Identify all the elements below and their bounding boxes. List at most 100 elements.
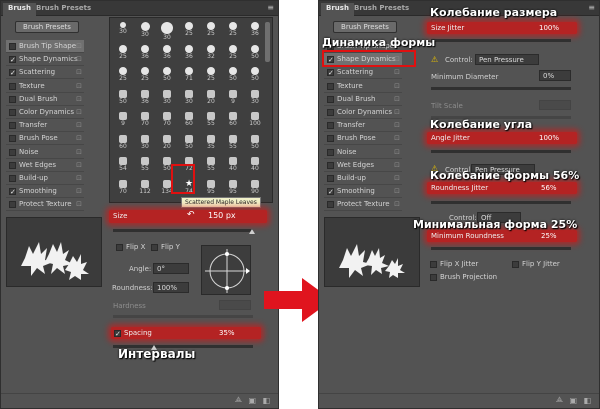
brush-tip-cell[interactable]: 30	[245, 88, 265, 108]
brush-tip-cell[interactable]: 20	[157, 133, 177, 153]
lock-icon[interactable]: ⊡	[394, 161, 400, 169]
flip-x-jitter-option[interactable]: Flip X Jitter	[427, 258, 497, 271]
brush-projection-option[interactable]: Brush Projection	[427, 271, 507, 284]
brush-tip-cell[interactable]: 70	[113, 178, 133, 198]
panel-menu-icon-right[interactable]: ≡	[588, 3, 595, 12]
option-checkbox[interactable]	[9, 43, 16, 50]
brush-tip-cell[interactable]: 55	[201, 110, 221, 130]
brush-tip-cell[interactable]: 55	[223, 133, 243, 153]
brush-tip-cell[interactable]: 70	[157, 110, 177, 130]
left-option-texture[interactable]: Texture ⊡	[6, 80, 84, 93]
option-checkbox[interactable]: ✓	[9, 56, 16, 64]
option-checkbox[interactable]: ✓	[9, 188, 16, 196]
panel-menu-icon[interactable]: ≡	[267, 3, 274, 12]
lock-icon[interactable]: ⊡	[76, 68, 82, 76]
left-option-dual-brush[interactable]: Dual Brush ⊡	[6, 93, 84, 106]
right-option-scattering[interactable]: ✓ Scattering ⊡	[324, 66, 402, 80]
left-option-shape-dynamics[interactable]: ✓ Shape Dynamics ⊡	[6, 53, 84, 67]
roundness-jitter-field[interactable]: 56%	[541, 184, 557, 192]
brush-tip-cell[interactable]: 50	[245, 65, 265, 85]
brush-tip-cell[interactable]: 60	[179, 110, 199, 130]
spacing-option[interactable]: ✓ Spacing	[111, 327, 171, 340]
brush-tip-cell[interactable]: 90	[245, 178, 265, 198]
lock-icon[interactable]: ⊡	[394, 95, 400, 103]
lock-icon[interactable]: ⊡	[394, 68, 400, 76]
size-jitter-field[interactable]: 100%	[539, 24, 559, 32]
brush-tip-cell[interactable]: 50	[113, 88, 133, 108]
lock-icon[interactable]: ⊡	[394, 134, 400, 142]
tab-brush-presets-right[interactable]: Brush Presets	[349, 3, 414, 16]
right-option-transfer[interactable]: Transfer ⊡	[324, 119, 402, 133]
brush-tip-cell[interactable]: 36	[135, 43, 155, 63]
lock-icon[interactable]: ⊡	[76, 82, 82, 90]
left-option-brush-tip-shape[interactable]: Brush Tip Shape ⊡	[6, 40, 84, 53]
brush-tip-cell[interactable]: 25	[179, 20, 199, 40]
spacing-checkbox[interactable]: ✓	[114, 330, 121, 338]
brush-tip-cell[interactable]: 25	[223, 20, 243, 40]
brush-tip-cell[interactable]: 9	[223, 88, 243, 108]
option-checkbox[interactable]	[327, 161, 334, 169]
option-checkbox[interactable]	[327, 148, 334, 156]
lock-icon[interactable]: ⊡	[76, 108, 82, 116]
brush-tip-cell[interactable]: 55	[135, 155, 155, 175]
lock-icon[interactable]: ⊡	[394, 108, 400, 116]
brush-tip-cell[interactable]: 25	[201, 65, 221, 85]
brush-tip-cell[interactable]: 20	[201, 88, 221, 108]
brush-tip-cell[interactable]: 25	[113, 43, 133, 63]
lock-icon[interactable]: ⊡	[76, 200, 82, 208]
toggle-preview-icon[interactable]: ⟁	[235, 395, 242, 405]
option-checkbox[interactable]	[9, 201, 16, 209]
brush-tip-cell[interactable]: 50	[179, 133, 199, 153]
brush-tip-cell[interactable]: 50	[245, 133, 265, 153]
right-option-color-dynamics[interactable]: Color Dynamics ⊡	[324, 106, 402, 119]
brush-tip-cell[interactable]: 70	[135, 110, 155, 130]
brush-tip-cell[interactable]: 35	[201, 133, 221, 153]
flip-y-option[interactable]: Flip Y	[148, 241, 188, 254]
brush-tip-cell[interactable]: 50	[245, 43, 265, 63]
option-checkbox[interactable]	[327, 201, 334, 209]
option-checkbox[interactable]	[327, 109, 334, 116]
brush-tip-cell[interactable]: 25	[135, 65, 155, 85]
lock-icon[interactable]: ⊡	[76, 148, 82, 156]
flip-y-checkbox[interactable]	[151, 244, 158, 251]
flip-x-checkbox[interactable]	[116, 244, 123, 251]
lock-icon[interactable]: ⊡	[76, 134, 82, 142]
option-checkbox[interactable]	[9, 161, 16, 169]
brush-tip-cell[interactable]: 54	[113, 155, 133, 175]
lock-icon[interactable]: ⊡	[394, 174, 400, 182]
brush-tip-cell[interactable]: 25	[113, 65, 133, 85]
option-checkbox[interactable]	[9, 95, 16, 103]
left-option-wet-edges[interactable]: Wet Edges ⊡	[6, 159, 84, 172]
min-diameter-slider[interactable]	[431, 87, 571, 90]
grid-scrollbar[interactable]	[265, 22, 270, 62]
flip-y-jitter-option[interactable]: Flip Y Jitter	[509, 258, 579, 271]
option-checkbox[interactable]	[327, 135, 334, 143]
flip-x-jitter-checkbox[interactable]	[430, 261, 437, 268]
option-checkbox[interactable]: ✓	[327, 69, 334, 77]
right-option-wet-edges[interactable]: Wet Edges ⊡	[324, 159, 402, 172]
lock-icon[interactable]: ⊡	[76, 42, 82, 50]
lock-icon[interactable]: ⊡	[76, 174, 82, 182]
left-option-color-dynamics[interactable]: Color Dynamics ⊡	[6, 106, 84, 119]
size-slider-knob[interactable]	[249, 229, 255, 234]
brush-tip-cell[interactable]: 25	[223, 43, 243, 63]
control-select-1[interactable]: Pen Pressure	[475, 54, 539, 65]
option-checkbox[interactable]	[9, 82, 16, 90]
lock-icon[interactable]: ⊡	[76, 161, 82, 169]
option-checkbox[interactable]	[9, 175, 16, 182]
left-option-protect-texture[interactable]: Protect Texture ⊡	[6, 198, 84, 212]
option-checkbox[interactable]: ✓	[327, 188, 334, 196]
flip-y-jitter-checkbox[interactable]	[512, 261, 519, 268]
spacing-field[interactable]: 35%	[219, 329, 235, 337]
brush-presets-button[interactable]: Brush Presets	[15, 21, 79, 33]
brush-tip-cell[interactable]: 36	[157, 43, 177, 63]
option-checkbox[interactable]	[9, 148, 16, 156]
option-checkbox[interactable]	[327, 82, 334, 90]
min-diameter-field[interactable]: 0%	[539, 70, 571, 81]
new-preset-icon[interactable]: ▣	[248, 396, 256, 405]
reset-size-icon[interactable]: ↶	[187, 210, 195, 220]
brush-tip-cell[interactable]: 112	[135, 178, 155, 198]
option-checkbox[interactable]	[9, 109, 16, 116]
brush-presets-button-right[interactable]: Brush Presets	[333, 21, 397, 33]
create-new-brush-icon[interactable]: ◧	[262, 396, 270, 405]
